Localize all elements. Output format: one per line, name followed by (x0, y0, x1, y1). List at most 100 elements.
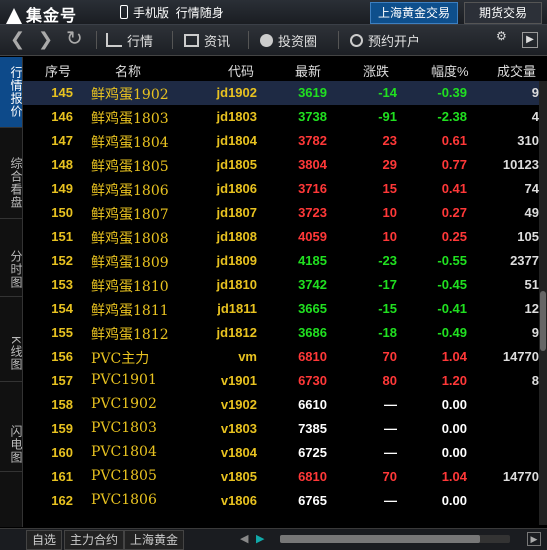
quotes-button[interactable]: 行情 (106, 31, 153, 50)
tab-market-quotes[interactable]: 行情报价 (0, 57, 23, 128)
col-index[interactable]: 序号 (45, 61, 71, 80)
open-account-button[interactable]: 预约开户 (350, 31, 420, 50)
cell-volume: 4 (531, 109, 539, 124)
cell-change: 70 (382, 349, 397, 364)
cell-name: PVC1803 (91, 420, 157, 436)
mobile-version-link[interactable]: 手机版 行情随身 (120, 4, 224, 21)
table-row[interactable]: 149 鲜鸡蛋1806 jd1806 3716 15 0.41 74 (23, 177, 539, 201)
cell-last: 3782 (298, 133, 327, 148)
cell-name: 鲜鸡蛋1902 (91, 87, 169, 103)
investment-circle-button[interactable]: 投资圈 (260, 31, 317, 50)
tab-overview[interactable]: 综合看盘 (0, 148, 23, 219)
cell-change: — (384, 421, 397, 436)
horizontal-scrollbar[interactable] (280, 535, 510, 543)
tab-futures-trading[interactable]: 期货交易 (464, 2, 542, 24)
cell-percent: -0.39 (437, 85, 467, 100)
tab-intraday-chart[interactable]: 分时图 (0, 242, 23, 297)
col-percent[interactable]: 幅度% (431, 61, 469, 80)
cell-volume: 9 (531, 85, 539, 100)
table-row[interactable]: 151 鲜鸡蛋1808 jd1808 4059 10 0.25 105 (23, 225, 539, 249)
cell-change: — (384, 445, 397, 460)
table-row[interactable]: 155 鲜鸡蛋1812 jd1812 3686 -18 -0.49 9 (23, 321, 539, 345)
close-panel-icon[interactable]: ▶ (527, 532, 541, 546)
cell-index: 159 (51, 421, 73, 436)
cell-code: jd1803 (216, 109, 257, 124)
cell-volume: 10123 (502, 157, 539, 172)
cell-percent: -0.41 (437, 301, 467, 316)
tab-main-contracts[interactable]: 主力合约 (64, 530, 125, 550)
col-code[interactable]: 代码 (228, 61, 254, 80)
cell-percent: 0.61 (441, 133, 467, 148)
tab-shanghai-gold[interactable]: 上海黄金 (124, 530, 185, 550)
cell-code: jd1808 (216, 229, 257, 244)
cell-last: 6725 (298, 445, 327, 460)
tab-k-line-chart[interactable]: K线图 (0, 327, 23, 382)
cell-last: 3665 (298, 301, 327, 316)
scroll-thumb[interactable] (280, 535, 480, 543)
col-change[interactable]: 涨跌 (363, 61, 389, 80)
table-row[interactable]: 147 鲜鸡蛋1804 jd1804 3782 23 0.61 310 (23, 129, 539, 153)
cell-name: PVC主力 (91, 351, 150, 367)
cell-percent: 0.00 (441, 421, 467, 436)
col-last[interactable]: 最新 (295, 61, 321, 80)
news-button[interactable]: 资讯 (184, 31, 230, 50)
cell-volume: 12 (524, 301, 539, 316)
cell-change: — (384, 493, 397, 508)
scroll-right-icon[interactable]: ▶ (256, 532, 264, 545)
table-row[interactable]: 146 鲜鸡蛋1803 jd1803 3738 -91 -2.38 4 (23, 105, 539, 129)
col-name[interactable]: 名称 (115, 61, 141, 80)
table-row[interactable]: 153 鲜鸡蛋1810 jd1810 3742 -17 -0.45 51 (23, 273, 539, 297)
scroll-left-icon[interactable]: ◀ (240, 532, 248, 545)
cell-name: PVC1804 (91, 444, 157, 460)
table-row[interactable]: 159 PVC1803 v1803 7385 — 0.00 (23, 417, 539, 441)
refresh-icon[interactable]: ↻ (66, 29, 83, 49)
tab-shanghai-gold-trading[interactable]: 上海黄金交易 (370, 2, 458, 24)
back-icon[interactable]: ❮ (10, 29, 25, 49)
table-row[interactable]: 158 PVC1902 v1902 6610 — 0.00 (23, 393, 539, 417)
table-row[interactable]: 150 鲜鸡蛋1807 jd1807 3723 10 0.27 49 (23, 201, 539, 225)
cell-code: jd1902 (216, 85, 257, 100)
vertical-scrollbar[interactable] (539, 81, 547, 525)
settings-icon[interactable]: ⚙ (496, 29, 507, 43)
cell-name: 鲜鸡蛋1808 (91, 231, 169, 247)
cell-last: 6810 (298, 349, 327, 364)
col-volume[interactable]: 成交量 (497, 61, 536, 80)
cell-percent: 0.00 (441, 445, 467, 460)
table-row[interactable]: 148 鲜鸡蛋1805 jd1805 3804 29 0.77 10123 (23, 153, 539, 177)
collapse-icon[interactable]: ▶ (522, 32, 538, 48)
cell-index: 158 (51, 397, 73, 412)
cell-index: 150 (51, 205, 73, 220)
cell-index: 151 (51, 229, 73, 244)
cell-last: 6610 (298, 397, 327, 412)
cell-name: PVC1902 (91, 396, 157, 412)
table-row[interactable]: 154 鲜鸡蛋1811 jd1811 3665 -15 -0.41 12 (23, 297, 539, 321)
cell-change: 15 (382, 181, 397, 196)
cell-code: v1805 (220, 469, 257, 484)
cell-change: 29 (382, 157, 397, 172)
cell-last: 6810 (298, 469, 327, 484)
table-row[interactable]: 161 PVC1805 v1805 6810 70 1.04 14770 (23, 465, 539, 489)
cell-code: v1902 (220, 397, 257, 412)
cell-volume: 14770 (502, 349, 539, 364)
table-row[interactable]: 145 鲜鸡蛋1902 jd1902 3619 -14 -0.39 9 (23, 81, 539, 105)
forward-icon[interactable]: ❯ (38, 29, 53, 49)
tab-watchlist[interactable]: 自选 (26, 530, 63, 550)
cell-volume: 14770 (502, 469, 539, 484)
cell-code: v1803 (220, 421, 257, 436)
tab-flash-chart[interactable]: 闪电图 (0, 417, 23, 472)
cell-index: 155 (51, 325, 73, 340)
cell-change: -23 (378, 253, 397, 268)
cell-last: 4185 (298, 253, 327, 268)
cell-name: 鲜鸡蛋1810 (91, 279, 169, 295)
table-row[interactable]: 157 PVC1901 v1901 6730 80 1.20 8 (23, 369, 539, 393)
cell-index: 160 (51, 445, 73, 460)
table-row[interactable]: 162 PVC1806 v1806 6765 — 0.00 (23, 489, 539, 513)
table-row[interactable]: 160 PVC1804 v1804 6725 — 0.00 (23, 441, 539, 465)
cell-index: 161 (51, 469, 73, 484)
cell-index: 149 (51, 181, 73, 196)
cell-name: 鲜鸡蛋1806 (91, 183, 169, 199)
table-row[interactable]: 156 PVC主力 vm 6810 70 1.04 14770 (23, 345, 539, 369)
cell-volume: 2377 (510, 253, 539, 268)
scroll-thumb[interactable] (540, 291, 546, 351)
table-row[interactable]: 152 鲜鸡蛋1809 jd1809 4185 -23 -0.55 2377 (23, 249, 539, 273)
